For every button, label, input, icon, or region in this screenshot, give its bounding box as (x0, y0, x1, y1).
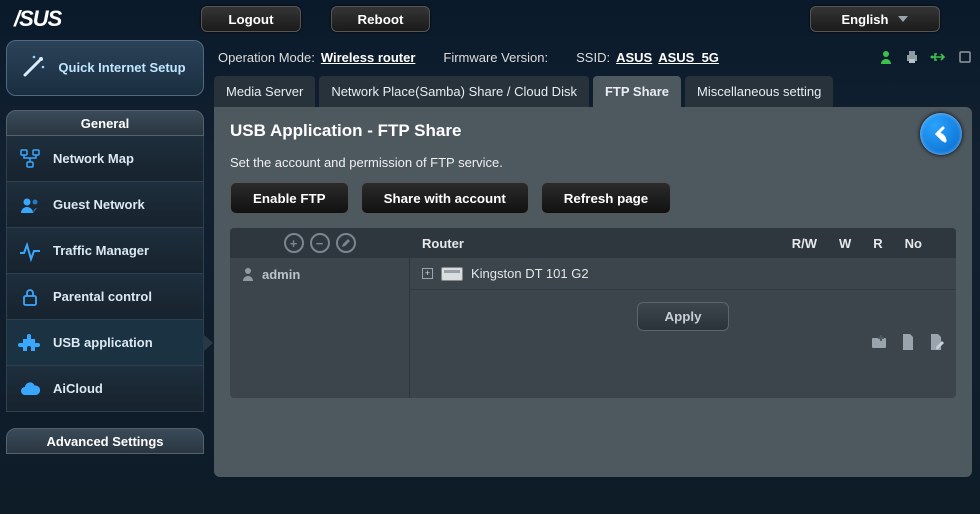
column-w: W (839, 236, 851, 251)
pencil-icon (341, 238, 351, 248)
ssid-24-link[interactable]: ASUS (616, 50, 652, 65)
edit-user-button[interactable] (336, 233, 356, 253)
sidebar-item-network-map[interactable]: Network Map (6, 136, 204, 182)
remove-user-button[interactable]: − (310, 233, 330, 253)
users-icon (17, 192, 43, 218)
op-mode-link[interactable]: Wireless router (321, 50, 416, 65)
quick-internet-setup-button[interactable]: Quick Internet Setup (6, 40, 204, 96)
op-mode-label: Operation Mode: (218, 50, 315, 65)
edit-file-icon[interactable] (928, 333, 946, 351)
user-icon (240, 266, 256, 282)
file-icon[interactable] (900, 333, 916, 351)
column-rw: R/W (792, 236, 817, 251)
language-label: English (842, 12, 889, 27)
column-no: No (905, 236, 922, 251)
user-name: admin (262, 267, 300, 282)
sidebar-item-label: Guest Network (53, 197, 145, 212)
sidebar-item-label: AiCloud (53, 381, 103, 396)
sidebar-item-label: USB application (53, 335, 153, 350)
sidebar-item-label: Network Map (53, 151, 134, 166)
page-title: USB Application - FTP Share (230, 121, 956, 141)
language-select[interactable]: English (810, 6, 940, 32)
tab-misc-setting[interactable]: Miscellaneous setting (685, 76, 833, 107)
tab-media-server[interactable]: Media Server (214, 76, 315, 107)
reboot-button[interactable]: Reboot (331, 6, 431, 32)
refresh-page-button[interactable]: Refresh page (541, 182, 671, 214)
apply-button[interactable]: Apply (637, 302, 728, 331)
sidebar-item-aicloud[interactable]: AiCloud (6, 366, 204, 412)
device-name: Kingston DT 101 G2 (471, 266, 589, 281)
drive-icon (441, 267, 463, 281)
add-folder-icon[interactable] (870, 333, 888, 351)
user-row[interactable]: admin (230, 258, 409, 290)
section-general: General (6, 110, 204, 136)
add-user-button[interactable]: + (284, 233, 304, 253)
enable-ftp-button[interactable]: Enable FTP (230, 182, 349, 214)
expand-button[interactable]: + (422, 268, 433, 279)
firmware-label: Firmware Version: (443, 50, 548, 65)
lock-icon (17, 284, 43, 310)
column-router: Router (422, 236, 464, 251)
brand-logo: /SUS (14, 6, 61, 32)
back-button[interactable] (920, 113, 962, 155)
usb-icon[interactable] (930, 49, 948, 65)
network-icon (17, 146, 43, 172)
page-description: Set the account and permission of FTP se… (230, 155, 956, 170)
device-row[interactable]: + Kingston DT 101 G2 (410, 258, 956, 290)
logout-button[interactable]: Logout (201, 6, 300, 32)
column-r: R (873, 236, 882, 251)
section-advanced: Advanced Settings (6, 428, 204, 454)
sidebar-item-label: Parental control (53, 289, 152, 304)
tab-ftp-share[interactable]: FTP Share (593, 76, 681, 107)
wand-icon (19, 55, 45, 81)
printer-icon[interactable] (904, 49, 920, 65)
puzzle-icon (17, 330, 43, 356)
tab-samba-share[interactable]: Network Place(Samba) Share / Cloud Disk (319, 76, 589, 107)
share-with-account-button[interactable]: Share with account (361, 182, 529, 214)
ssid-5-link[interactable]: ASUS_5G (658, 50, 719, 65)
client-icon[interactable] (878, 49, 894, 65)
sidebar-item-parental-control[interactable]: Parental control (6, 274, 204, 320)
wan-icon[interactable] (958, 50, 972, 64)
ssid-label: SSID: (576, 50, 610, 65)
sidebar-item-label: Traffic Manager (53, 243, 149, 258)
cloud-icon (17, 376, 43, 402)
sidebar-item-traffic-manager[interactable]: Traffic Manager (6, 228, 204, 274)
sidebar-item-guest-network[interactable]: Guest Network (6, 182, 204, 228)
pulse-icon (17, 238, 43, 264)
qis-label: Quick Internet Setup (53, 60, 191, 76)
chevron-down-icon (898, 16, 908, 22)
sidebar-item-usb-application[interactable]: USB application (6, 320, 204, 366)
back-arrow-icon (929, 122, 953, 146)
